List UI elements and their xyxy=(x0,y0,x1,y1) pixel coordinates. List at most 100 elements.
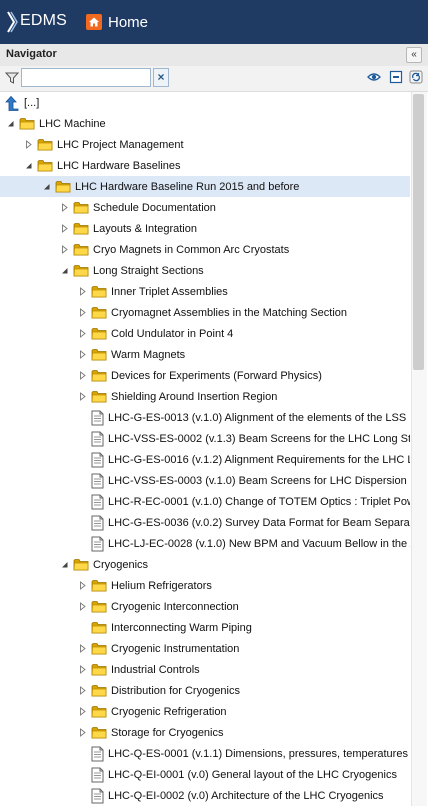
tree-item-label: Devices for Experiments (Forward Physics… xyxy=(111,369,322,382)
tree-item-label: Warm Magnets xyxy=(111,348,186,361)
refresh-icon[interactable] xyxy=(409,70,423,84)
tree-folder-item[interactable]: Interconnecting Warm Piping xyxy=(0,617,410,638)
collapse-panel-button[interactable]: « xyxy=(406,47,422,63)
folder-icon xyxy=(91,664,107,676)
document-icon xyxy=(91,494,104,509)
expanded-arrow-icon[interactable] xyxy=(60,266,69,275)
collapsed-arrow-icon[interactable] xyxy=(78,371,87,380)
expanded-arrow-icon[interactable] xyxy=(60,560,69,569)
document-icon xyxy=(91,746,104,761)
tree-folder-item[interactable]: Cryogenic Refrigeration xyxy=(0,701,410,722)
collapsed-arrow-icon[interactable] xyxy=(60,245,69,254)
folder-icon xyxy=(37,160,53,172)
tree-item-label: LHC-LJ-EC-0028 (v.1.0) New BPM and Vacuu… xyxy=(108,537,410,550)
tree-document-item[interactable]: LHC-VSS-ES-0003 (v.1.0) Beam Screens for… xyxy=(0,470,410,491)
top-bar: EDMS Home xyxy=(0,0,428,44)
collapse-all-icon[interactable] xyxy=(389,70,403,84)
expanded-arrow-icon[interactable] xyxy=(6,119,15,128)
tree-item-label: Shielding Around Insertion Region xyxy=(111,390,278,403)
collapsed-arrow-icon[interactable] xyxy=(78,686,87,695)
collapsed-arrow-icon[interactable] xyxy=(78,308,87,317)
tree-folder-item[interactable]: Cold Undulator in Point 4 xyxy=(0,323,410,344)
tree-folder-item[interactable]: Cryomagnet Assemblies in the Matching Se… xyxy=(0,302,410,323)
tree-folder-item[interactable]: Devices for Experiments (Forward Physics… xyxy=(0,365,410,386)
tree-document-item[interactable]: LHC-Q-ES-0001 (v.1.1) Dimensions, pressu… xyxy=(0,743,410,764)
tree-item-label: LHC-Q-EI-0002 (v.0) Architecture of the … xyxy=(108,789,384,802)
document-icon xyxy=(91,410,104,425)
tree-item-label: LHC Machine xyxy=(39,117,106,130)
collapsed-arrow-icon[interactable] xyxy=(78,602,87,611)
tree-folder-item[interactable]: LHC Hardware Baselines xyxy=(0,155,410,176)
tree-folder-item[interactable]: Cryo Magnets in Common Arc Cryostats xyxy=(0,239,410,260)
expanded-arrow-icon[interactable] xyxy=(42,182,51,191)
tree-item-label: Layouts & Integration xyxy=(93,222,197,235)
tree-item-label: LHC-VSS-ES-0003 (v.1.0) Beam Screens for… xyxy=(108,474,410,487)
eye-icon[interactable] xyxy=(367,70,381,84)
folder-icon xyxy=(91,370,107,382)
tree-folder-item[interactable]: Inner Triplet Assemblies xyxy=(0,281,410,302)
tree-item-label: LHC-R-EC-0001 (v.1.0) Change of TOTEM Op… xyxy=(108,495,410,508)
tree-document-item[interactable]: LHC-G-ES-0016 (v.1.2) Alignment Requirem… xyxy=(0,449,410,470)
folder-icon xyxy=(91,643,107,655)
clear-filter-button[interactable]: × xyxy=(153,68,169,87)
tree-up-item[interactable]: [...] xyxy=(0,92,410,113)
tree-folder-item[interactable]: LHC Machine xyxy=(0,113,410,134)
collapsed-arrow-icon[interactable] xyxy=(78,287,87,296)
document-icon xyxy=(91,536,104,551)
tree-document-item[interactable]: LHC-G-ES-0036 (v.0.2) Survey Data Format… xyxy=(0,512,410,533)
filter-icon xyxy=(5,72,19,84)
folder-icon xyxy=(91,685,107,697)
tree-item-label: LHC Hardware Baseline Run 2015 and befor… xyxy=(75,180,300,193)
edms-logo-icon xyxy=(7,11,18,33)
tree-document-item[interactable]: LHC-R-EC-0001 (v.1.0) Change of TOTEM Op… xyxy=(0,491,410,512)
tree-folder-item[interactable]: LHC Hardware Baseline Run 2015 and befor… xyxy=(0,176,410,197)
tree-folder-item[interactable]: Distribution for Cryogenics xyxy=(0,680,410,701)
tree-folder-item[interactable]: Helium Refrigerators xyxy=(0,575,410,596)
collapsed-arrow-icon[interactable] xyxy=(78,728,87,737)
tree-folder-item[interactable]: LHC Project Management xyxy=(0,134,410,155)
tree-item-label: Cryomagnet Assemblies in the Matching Se… xyxy=(111,306,348,319)
tree-folder-item[interactable]: Cryogenics xyxy=(0,554,410,575)
collapsed-arrow-icon[interactable] xyxy=(60,224,69,233)
collapsed-arrow-icon[interactable] xyxy=(78,665,87,674)
collapsed-arrow-icon[interactable] xyxy=(78,392,87,401)
collapsed-arrow-icon[interactable] xyxy=(78,581,87,590)
tree-document-item[interactable]: LHC-VSS-ES-0002 (v.1.3) Beam Screens for… xyxy=(0,428,410,449)
document-icon xyxy=(91,788,104,803)
home-button[interactable]: Home xyxy=(86,8,148,36)
collapsed-arrow-icon[interactable] xyxy=(78,350,87,359)
collapsed-arrow-icon[interactable] xyxy=(78,707,87,716)
tree-folder-item[interactable]: Cryogenic Interconnection xyxy=(0,596,410,617)
tree-document-item[interactable]: LHC-G-ES-0013 (v.1.0) Alignment of the e… xyxy=(0,407,410,428)
tree-folder-item[interactable]: Storage for Cryogenics xyxy=(0,722,410,743)
collapsed-arrow-icon[interactable] xyxy=(24,140,33,149)
tree-folder-item[interactable]: Cryogenic Instrumentation xyxy=(0,638,410,659)
filter-input[interactable] xyxy=(21,68,151,87)
tree-item-label: Inner Triplet Assemblies xyxy=(111,285,228,298)
tree-scrollbar-thumb[interactable] xyxy=(413,94,424,370)
tree-document-item[interactable]: LHC-Q-EI-0002 (v.0) Architecture of the … xyxy=(0,785,410,806)
folder-icon xyxy=(91,622,107,634)
expanded-arrow-icon[interactable] xyxy=(24,161,33,170)
tree-document-item[interactable]: LHC-LJ-EC-0028 (v.1.0) New BPM and Vacuu… xyxy=(0,533,410,554)
tree-item-label: LHC-Q-ES-0001 (v.1.1) Dimensions, pressu… xyxy=(108,747,408,760)
tree-folder-item[interactable]: Schedule Documentation xyxy=(0,197,410,218)
tree-folder-item[interactable]: Shielding Around Insertion Region xyxy=(0,386,410,407)
tree-item-label: LHC Hardware Baselines xyxy=(57,159,181,172)
tree-document-item[interactable]: LHC-Q-EI-0001 (v.0) General layout of th… xyxy=(0,764,410,785)
folder-icon xyxy=(91,580,107,592)
collapsed-arrow-icon[interactable] xyxy=(78,644,87,653)
collapsed-arrow-icon[interactable] xyxy=(60,203,69,212)
tree-folder-item[interactable]: Long Straight Sections xyxy=(0,260,410,281)
tree-folder-item[interactable]: Warm Magnets xyxy=(0,344,410,365)
tree-item-label: Cryogenics xyxy=(93,558,149,571)
tree-folder-item[interactable]: Industrial Controls xyxy=(0,659,410,680)
tree-folder-item[interactable]: Layouts & Integration xyxy=(0,218,410,239)
collapsed-arrow-icon[interactable] xyxy=(78,329,87,338)
